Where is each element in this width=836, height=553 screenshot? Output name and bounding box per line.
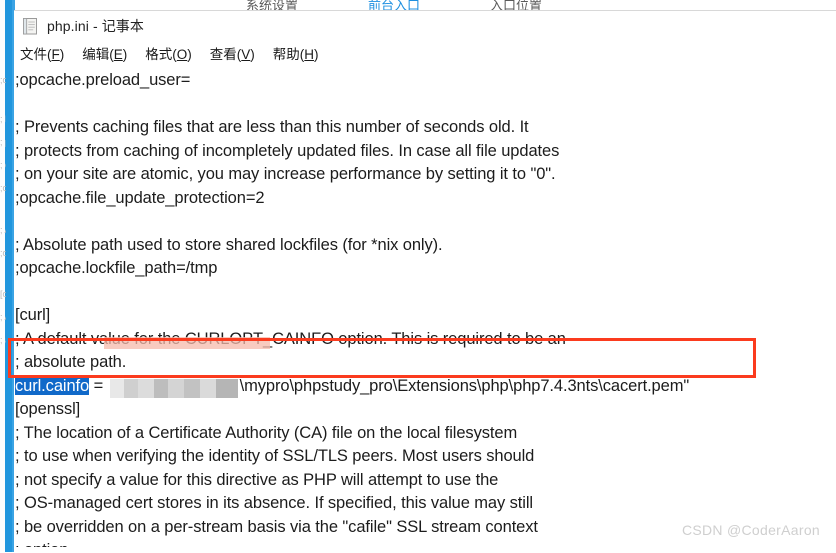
ghost-text-line: [cu (0, 290, 6, 299)
text-line-curl-cainfo: curl.cainfo = \mypro\phpstudy_pro\Extens… (15, 375, 836, 399)
text-line-blank (15, 281, 836, 305)
text-line: ; to use when verifying the identity of … (15, 447, 535, 465)
text-line-blank (15, 93, 836, 117)
text-line: ; A default value for the CURLOPT_CAINFO… (15, 329, 566, 348)
ghost-text-line: ; Ab (0, 226, 6, 235)
text-line: [curl] (15, 306, 51, 324)
text-editor-area[interactable]: ;opcache.preload_user= ; Prevents cachin… (14, 65, 836, 547)
menu-accel: H (304, 47, 315, 62)
text-line-blank (15, 210, 836, 234)
path-tail: \mypro\phpstudy_pro\Extensions\php\php7.… (239, 376, 690, 395)
menu-accel: V (241, 47, 251, 62)
text-line: ; on your site are atomic, you may incre… (15, 165, 556, 183)
equals-sign: = (89, 376, 108, 395)
menu-bar: 文件(F) 编辑(E) 格式(O) 查看(V) 帮助(H) (14, 41, 836, 65)
ghost-text-line: ; A (0, 313, 6, 322)
menu-accel: E (113, 47, 123, 62)
menu-accel: F (51, 47, 60, 62)
text-line: ; Absolute path used to store shared loc… (15, 235, 443, 254)
ghost-text-line: ;op (0, 249, 6, 258)
ghost-text-line: ; on (0, 161, 6, 170)
text-line: ; protects from caching of incompletely … (15, 141, 560, 160)
ghost-text-line: ; pr (0, 138, 6, 147)
text-line: ; option. (15, 539, 836, 547)
redaction-block (109, 378, 238, 398)
text-line: ;opcache.lockfile_path=/tmp (15, 259, 218, 277)
text-line: ; Prevents caching files that are less t… (15, 118, 529, 136)
menu-label: 文件 (20, 47, 47, 62)
menu-label: 查看 (209, 47, 237, 62)
menu-item-format[interactable]: 格式(O) (145, 43, 192, 63)
menu-label: 帮助 (272, 47, 300, 62)
menu-item-file[interactable]: 文件(F) (20, 43, 64, 63)
ghost-text-line: ;op (0, 184, 6, 193)
text-line: ; absolute path. (15, 353, 127, 371)
text-line: [openssl] (15, 400, 81, 418)
menu-item-view[interactable]: 查看(V) (210, 43, 255, 63)
text-line: ;opcache.preload_user= (15, 71, 191, 89)
text-line: ; not specify a value for this directive… (15, 470, 499, 489)
ghost-text-line: ; Pr (0, 115, 6, 124)
ghost-text-line: ; ab (0, 336, 6, 345)
window-title: php.ini - 记事本 (47, 18, 144, 34)
menu-item-edit[interactable]: 编辑(E) (82, 43, 127, 63)
text-line: ; The location of a Certificate Authorit… (15, 423, 518, 442)
menu-label: 编辑 (82, 47, 110, 62)
notepad-window: php.ini - 记事本 文件(F) 编辑(E) 格式(O) 查看(V) 帮助… (14, 10, 836, 553)
notepad-icon (23, 17, 37, 34)
menu-label: 格式 (145, 47, 173, 62)
selected-text-curl-cainfo: curl.cainfo (15, 376, 90, 395)
ghost-text-line: ;op (0, 76, 6, 85)
notepad-titlebar[interactable]: php.ini - 记事本 (14, 11, 836, 41)
menu-accel: O (176, 47, 188, 62)
text-line: ;opcache.file_update_protection=2 (15, 188, 265, 207)
watermark: CSDN @CoderAaron (681, 522, 820, 538)
text-line: ; OS-managed cert stores in its absence.… (15, 494, 533, 512)
menu-item-help[interactable]: 帮助(H) (273, 43, 319, 63)
